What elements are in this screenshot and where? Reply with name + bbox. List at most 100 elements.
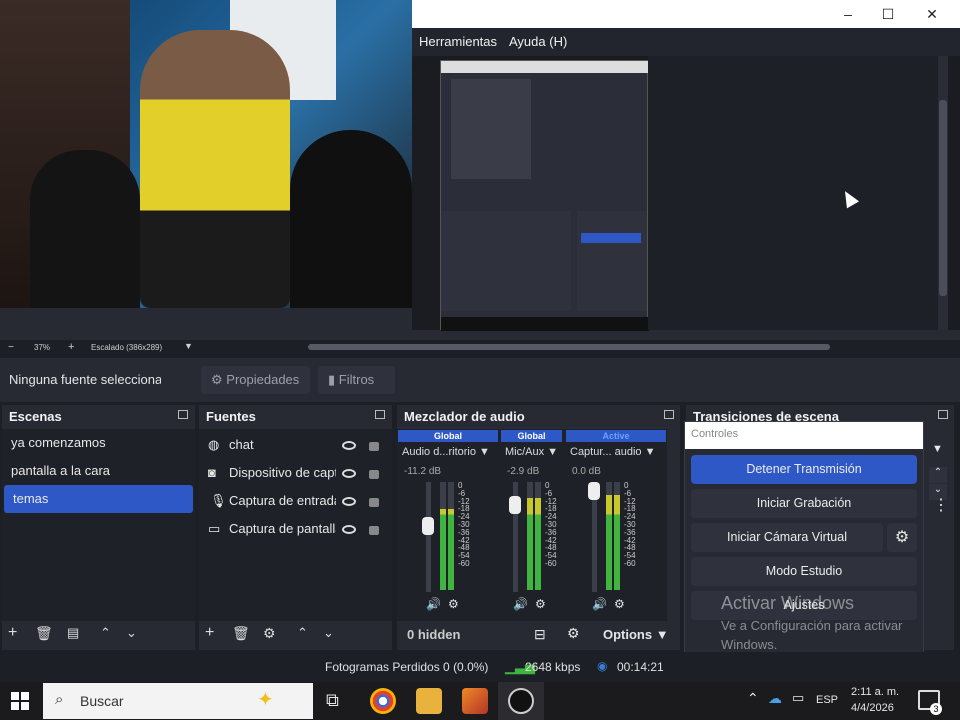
sources-title: Fuentes [206, 409, 256, 424]
taskbar-clock[interactable]: 2:11 a. m. [851, 686, 899, 698]
webcam-person [140, 30, 290, 308]
close-icon[interactable]: ✕ [910, 4, 954, 24]
captured-dark-area [648, 56, 938, 330]
options-label: Options [603, 627, 653, 642]
scene-item-selected[interactable]: temas [4, 485, 193, 513]
start-recording-button[interactable]: Iniciar Grabación [691, 489, 917, 518]
delete-source-icon[interactable]: 🗑 [232, 625, 250, 642]
controls-title: Controles [685, 422, 923, 449]
mixer-channel-name[interactable]: Audio d...ritorio ▼ [402, 446, 490, 458]
volume-fader-track[interactable] [426, 482, 431, 592]
source-row[interactable]: ◍ chat [199, 431, 392, 459]
speaker-icon[interactable]: 🔊 [426, 597, 441, 611]
mixer-settings-icon[interactable]: ⚙ [567, 625, 580, 642]
menu-herramientas[interactable]: Herramientas [419, 34, 497, 49]
scenes-list: ya comenzamos pantalla a la cara temas [2, 429, 195, 621]
mixer-toolbar: 0 hidden ⊟ ⚙ Options ▼ [397, 621, 680, 649]
webcam-source [0, 0, 412, 308]
lock-icon[interactable] [369, 442, 379, 451]
onedrive-icon[interactable]: ☁ [768, 690, 782, 707]
mixer-layout-icon[interactable]: ⊟ [534, 626, 546, 643]
options-button[interactable]: Options ▼ [603, 627, 669, 642]
undock-icon[interactable] [664, 410, 674, 419]
task-view-icon[interactable]: ⧉ [326, 690, 339, 711]
volume-fader-knob[interactable] [422, 516, 434, 535]
webcam-person [290, 130, 412, 308]
mixer-channel-name[interactable]: Captur... audio ▼ [570, 446, 656, 458]
delete-scene-icon[interactable]: 🗑 [35, 625, 53, 642]
scaling-dropdown-icon[interactable]: ▼ [184, 341, 193, 351]
lock-icon[interactable] [369, 498, 379, 507]
network-icon[interactable]: ▭ [792, 690, 804, 706]
taskbar-date[interactable]: 4/4/2026 [851, 702, 894, 714]
source-row[interactable]: 🎙 Captura de entrada [199, 487, 392, 515]
channel-settings-icon[interactable]: ⚙ [448, 597, 459, 611]
stop-streaming-button[interactable]: Detener Transmisión [691, 455, 917, 484]
scene-item[interactable]: ya comenzamos [2, 429, 195, 457]
zoom-in-button[interactable]: + [68, 341, 74, 353]
tray-chevron-up-icon[interactable]: ⌃ [747, 690, 759, 707]
virtual-camera-settings-icon[interactable]: ⚙ [887, 523, 917, 552]
chrome-icon[interactable] [370, 688, 396, 714]
lock-icon[interactable] [369, 470, 379, 479]
scaling-label: Escalado (386x289) [91, 343, 163, 352]
audio-level-meter [606, 482, 612, 590]
studio-mode-button[interactable]: Modo Estudio [691, 557, 917, 586]
visibility-eye-icon[interactable] [342, 469, 356, 478]
filters-button[interactable]: ▮ Filtros [318, 366, 395, 394]
move-down-icon[interactable]: ⌄ [323, 625, 334, 641]
camera-icon: ◙ [208, 465, 216, 480]
nested-preview [440, 60, 649, 331]
channel-settings-icon[interactable]: ⚙ [614, 597, 625, 611]
minimize-icon[interactable]: – [826, 4, 870, 24]
source-row[interactable]: ◙ Dispositivo de captura [199, 459, 392, 487]
start-virtual-camera-button[interactable]: Iniciar Cámara Virtual [691, 523, 883, 552]
move-up-icon[interactable]: ⌃ [297, 625, 308, 641]
preview-hscrollbar[interactable] [308, 344, 830, 350]
speaker-icon[interactable]: 🔊 [513, 597, 528, 611]
windows-start-icon[interactable] [11, 692, 29, 710]
undock-icon[interactable] [375, 410, 385, 419]
sources-list: ◍ chat ◙ Dispositivo de captura 🎙 Captur… [199, 429, 392, 621]
stream-time: 00:14:21 [617, 660, 664, 674]
move-up-icon[interactable]: ⌃ [100, 625, 111, 641]
undock-icon[interactable] [938, 410, 948, 419]
speaker-icon[interactable]: 🔊 [592, 597, 607, 611]
undock-icon[interactable] [178, 410, 188, 419]
chevron-down-icon: ▼ [655, 627, 669, 642]
mixer-channel-db: -11.2 dB [404, 466, 442, 477]
source-settings-icon[interactable]: ⚙ [263, 625, 276, 642]
meter-scale: 0 -6 -12 -18 -24 -30 -36 -42 -48 -54 -60 [545, 482, 557, 568]
mixer-channel-name[interactable]: Mic/Aux ▼ [505, 446, 558, 458]
gear-icon: ⚙ [211, 372, 223, 387]
transition-dropdown-icon[interactable]: ▼ [932, 443, 943, 455]
app-icon[interactable] [462, 688, 488, 714]
visibility-eye-icon[interactable] [342, 441, 356, 450]
volume-fader-knob[interactable] [588, 482, 600, 500]
move-down-icon[interactable]: ⌄ [126, 625, 137, 641]
visibility-eye-icon[interactable] [342, 497, 356, 506]
source-row[interactable]: ▭ Captura de pantalla [199, 515, 392, 543]
file-explorer-icon[interactable] [416, 688, 442, 714]
volume-fader-knob[interactable] [509, 495, 521, 514]
scene-item[interactable]: pantalla a la cara [2, 457, 195, 485]
obs-taskbar-active[interactable] [498, 682, 544, 720]
mixer-title: Mezclador de audio [404, 409, 525, 424]
zoom-out-button[interactable]: − [8, 342, 14, 353]
more-options-icon[interactable]: ⋮ [933, 498, 949, 514]
properties-button[interactable]: ⚙ Propiedades [201, 366, 310, 394]
hidden-count: 0 hidden [407, 627, 461, 642]
lock-icon[interactable] [369, 526, 379, 535]
chevron-up-icon[interactable]: ⌃ [929, 467, 947, 483]
maximize-icon[interactable]: ☐ [866, 4, 910, 24]
bitrate: 2648 kbps [525, 660, 581, 674]
visibility-eye-icon[interactable] [342, 525, 356, 534]
channel-settings-icon[interactable]: ⚙ [535, 597, 546, 611]
language-indicator[interactable]: ESP [816, 694, 838, 706]
preview-canvas[interactable]: – ☐ ✕ Herramientas Ayuda (H) [0, 0, 960, 340]
taskbar-search[interactable]: ⌕ Buscar ✦ [43, 683, 313, 719]
add-scene-icon[interactable]: + [8, 624, 17, 642]
menu-ayuda[interactable]: Ayuda (H) [509, 34, 567, 49]
scene-filters-icon[interactable]: ▤ [67, 625, 79, 641]
add-source-icon[interactable]: + [205, 624, 214, 642]
